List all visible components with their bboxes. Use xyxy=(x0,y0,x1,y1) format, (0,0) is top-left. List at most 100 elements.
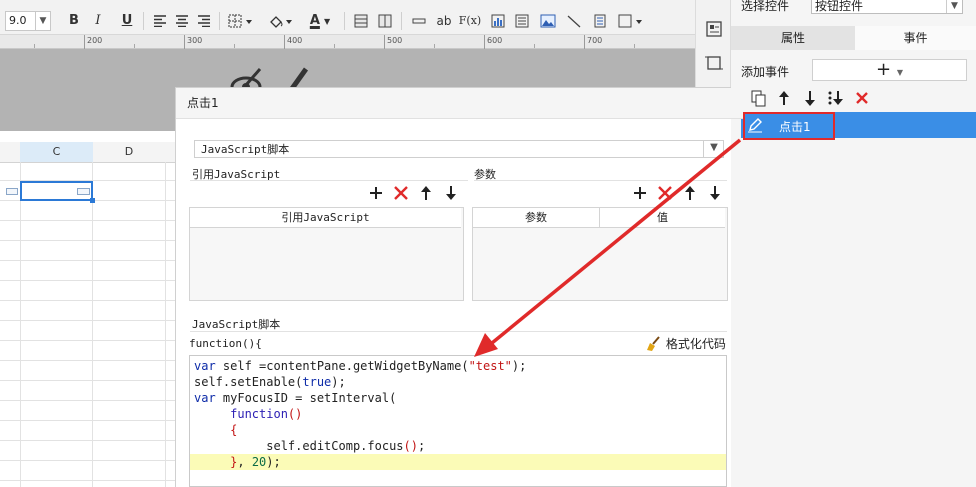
grid-line xyxy=(0,420,175,421)
image-icon[interactable] xyxy=(538,10,558,32)
ruler-tick xyxy=(34,44,35,48)
tab-events[interactable]: 事件 xyxy=(855,26,976,50)
text-element-button[interactable]: ab xyxy=(434,10,454,32)
arrow-up-icon[interactable] xyxy=(421,186,431,200)
tab-properties[interactable]: 属性 xyxy=(731,26,855,50)
move-bottom-icon[interactable] xyxy=(827,90,845,107)
frame-icon[interactable] xyxy=(616,10,646,32)
edit-icon xyxy=(748,118,762,133)
event-item-label: 点击1 xyxy=(779,120,811,134)
ref-js-actions xyxy=(370,186,456,200)
chevron-down-icon[interactable]: ▼ xyxy=(703,140,724,158)
add-icon[interactable] xyxy=(634,187,646,199)
align-left-icon[interactable] xyxy=(150,10,170,32)
widget-manager-icon[interactable] xyxy=(705,20,723,38)
event-toolbar xyxy=(731,86,976,112)
delete-icon[interactable] xyxy=(658,186,672,200)
code-line: function() xyxy=(230,407,303,421)
column-header-c[interactable]: C xyxy=(20,142,94,163)
chevron-down-icon: ▼ xyxy=(896,68,903,77)
horizontal-ruler: 200 300 400 500 600 700 xyxy=(0,35,695,49)
slash-icon[interactable] xyxy=(564,10,584,32)
params-actions xyxy=(634,186,720,200)
code-editor[interactable]: var self =contentPane.getWidgetByName("t… xyxy=(189,355,727,487)
params-table[interactable]: 参数 值 xyxy=(472,207,728,301)
row-header-corner xyxy=(0,142,21,163)
grid-line xyxy=(0,300,175,301)
grid-line xyxy=(0,380,175,381)
grid-line xyxy=(0,400,175,401)
plus-icon: + xyxy=(876,59,892,80)
ruler-tick xyxy=(334,44,335,48)
ruler-mark: 700 xyxy=(584,35,602,49)
code-line: self.setEnable(true); xyxy=(194,375,346,389)
copy-icon[interactable] xyxy=(751,90,767,107)
script-type-select[interactable]: JavaScript脚本 xyxy=(194,140,724,158)
grid-line xyxy=(92,162,93,487)
align-right-icon[interactable] xyxy=(194,10,214,32)
chevron-down-icon[interactable]: ▼ xyxy=(35,12,50,30)
ruler-mark: 300 xyxy=(184,35,202,49)
code-line: var myFocusID = setInterval( xyxy=(194,391,397,405)
add-icon[interactable] xyxy=(370,187,382,199)
ruler-mark: 200 xyxy=(84,35,102,49)
ruler-tick xyxy=(234,44,235,48)
italic-button[interactable]: I xyxy=(88,10,108,32)
delete-icon[interactable] xyxy=(855,91,869,105)
broom-icon xyxy=(647,336,660,351)
ruler-mark: 600 xyxy=(484,35,502,49)
font-color-button[interactable]: A ▼ xyxy=(304,10,336,32)
format-code-button[interactable]: 格式化代码 xyxy=(645,335,726,353)
code-line-highlighted: }, 20); xyxy=(190,454,726,470)
grid-line xyxy=(0,240,175,241)
frame-select-icon[interactable] xyxy=(705,54,723,72)
merge-cells-icon[interactable] xyxy=(351,10,371,32)
chart-icon[interactable] xyxy=(488,10,508,32)
align-center-icon[interactable] xyxy=(172,10,192,32)
arrow-up-icon[interactable] xyxy=(777,90,791,107)
grid-line xyxy=(0,460,175,461)
delete-icon[interactable] xyxy=(394,186,408,200)
js-script-label: JavaScript脚本 xyxy=(192,318,281,331)
section-divider xyxy=(474,180,727,181)
grid-line xyxy=(0,480,175,481)
section-divider xyxy=(190,331,727,332)
column-header-d[interactable]: D xyxy=(93,142,166,163)
param-value-column-header: 值 xyxy=(600,208,725,228)
grid-line xyxy=(0,260,175,261)
arrow-up-icon[interactable] xyxy=(685,186,695,200)
widget-type-select[interactable]: 按钮控件 ▼ xyxy=(811,0,963,14)
ruler-tick xyxy=(634,44,635,48)
grid-line xyxy=(0,320,175,321)
arrow-down-icon[interactable] xyxy=(446,186,456,200)
font-size-select[interactable]: 9.0 ▼ xyxy=(5,11,51,31)
widget-icon[interactable] xyxy=(590,10,610,32)
insert-line-icon[interactable] xyxy=(409,10,429,32)
underline-button[interactable]: U xyxy=(117,10,137,32)
grid-line xyxy=(0,220,175,221)
arrow-down-icon[interactable] xyxy=(803,90,817,107)
ruler-tick xyxy=(134,44,135,48)
border-icon[interactable] xyxy=(226,10,256,32)
fill-handle[interactable] xyxy=(90,198,95,203)
bold-button[interactable]: B xyxy=(64,10,84,32)
ref-js-table[interactable]: 引用JavaScript xyxy=(189,207,464,301)
font-size-value: 9.0 xyxy=(9,14,27,27)
toolbar-divider xyxy=(344,12,345,30)
add-event-button[interactable]: + ▼ xyxy=(812,59,967,81)
arrow-down-icon[interactable] xyxy=(710,186,720,200)
toolbar-divider xyxy=(219,12,220,30)
select-widget-label: 选择控件 xyxy=(741,0,790,13)
fill-color-icon[interactable] xyxy=(266,10,296,32)
sub-report-icon[interactable] xyxy=(512,10,532,32)
formula-button[interactable]: F(x) xyxy=(458,10,482,32)
toolbar-divider xyxy=(401,12,402,30)
cell-widget-button[interactable] xyxy=(6,188,18,195)
grid-line xyxy=(0,340,175,341)
font-color-glyph: A xyxy=(309,13,320,28)
cell-widget-button[interactable] xyxy=(77,188,90,195)
add-event-label: 添加事件 xyxy=(741,65,790,79)
ref-js-column-header: 引用JavaScript xyxy=(190,208,461,228)
format-toolbar: 9.0 ▼ B I U A ▼ ab F(x) xyxy=(0,0,695,35)
split-cells-icon[interactable] xyxy=(375,10,395,32)
